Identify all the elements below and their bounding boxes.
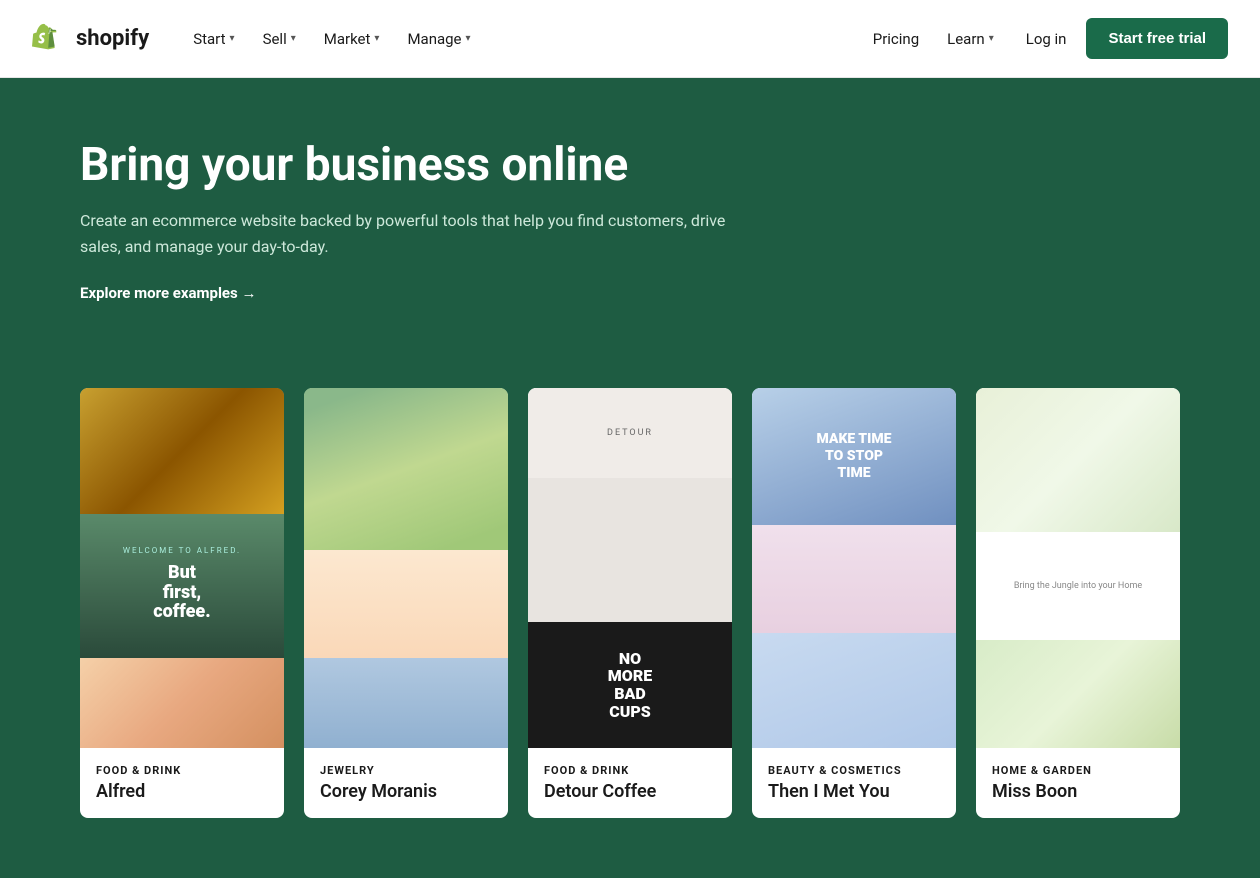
card-body-alfred: FOOD & DRINK Alfred xyxy=(80,748,284,818)
nav-left-items: Start ▾ Sell ▾ Market ▾ Manage ▾ xyxy=(181,22,482,56)
card-body-missboon: HOME & GARDEN Miss Boon xyxy=(976,748,1180,818)
card-body-detour: FOOD & DRINK Detour Coffee xyxy=(528,748,732,818)
cards-section: WELCOME TO ALFRED. Butfirst,coffee. FOOD… xyxy=(0,358,1260,878)
hero-heading: Bring your business online xyxy=(80,138,680,192)
nav-login[interactable]: Log in xyxy=(1010,22,1083,56)
nav-sell[interactable]: Sell ▾ xyxy=(251,22,308,56)
card-corey[interactable]: JEWELRY Corey Moranis xyxy=(304,388,508,818)
card-then[interactable]: MAKE TIMETO STOPTIME BEAUTY & COSMETICS … xyxy=(752,388,956,818)
chevron-down-icon: ▾ xyxy=(466,33,471,44)
chevron-down-icon: ▾ xyxy=(989,33,994,44)
chevron-down-icon: ▾ xyxy=(374,33,379,44)
card-missboon[interactable]: Bring the Jungle into your Home HOME & G… xyxy=(976,388,1180,818)
card-body-then: BEAUTY & COSMETICS Then I Met You xyxy=(752,748,956,818)
explore-examples-link[interactable]: Explore more examples → xyxy=(80,284,256,302)
cards-grid: WELCOME TO ALFRED. Butfirst,coffee. FOOD… xyxy=(80,388,1180,818)
card-body-corey: JEWELRY Corey Moranis xyxy=(304,748,508,818)
card-detour[interactable]: DETOUR NOMOREBADCUPS FOOD & DRINK Detour… xyxy=(528,388,732,818)
logo[interactable]: shopify xyxy=(32,21,149,57)
chevron-down-icon: ▾ xyxy=(291,33,296,44)
nav-start[interactable]: Start ▾ xyxy=(181,22,246,56)
hero-section: Bring your business online Create an eco… xyxy=(0,78,1260,358)
nav-manage[interactable]: Manage ▾ xyxy=(395,22,482,56)
card-image-then: MAKE TIMETO STOPTIME xyxy=(752,388,956,748)
card-image-detour: DETOUR NOMOREBADCUPS xyxy=(528,388,732,748)
card-image-missboon: Bring the Jungle into your Home xyxy=(976,388,1180,748)
start-free-trial-button[interactable]: Start free trial xyxy=(1086,18,1228,59)
nav-pricing[interactable]: Pricing xyxy=(861,22,931,56)
shopify-logo-icon xyxy=(32,21,68,57)
hero-subtext: Create an ecommerce website backed by po… xyxy=(80,208,740,259)
nav-learn[interactable]: Learn ▾ xyxy=(935,22,1006,56)
card-image-alfred: WELCOME TO ALFRED. Butfirst,coffee. xyxy=(80,388,284,748)
card-image-corey xyxy=(304,388,508,748)
navbar: shopify Start ▾ Sell ▾ Market ▾ Manage ▾… xyxy=(0,0,1260,78)
nav-right-items: Pricing Learn ▾ Log in Start free trial xyxy=(861,18,1228,59)
logo-text: shopify xyxy=(76,26,149,51)
nav-market[interactable]: Market ▾ xyxy=(312,22,392,56)
card-alfred[interactable]: WELCOME TO ALFRED. Butfirst,coffee. FOOD… xyxy=(80,388,284,818)
chevron-down-icon: ▾ xyxy=(230,33,235,44)
